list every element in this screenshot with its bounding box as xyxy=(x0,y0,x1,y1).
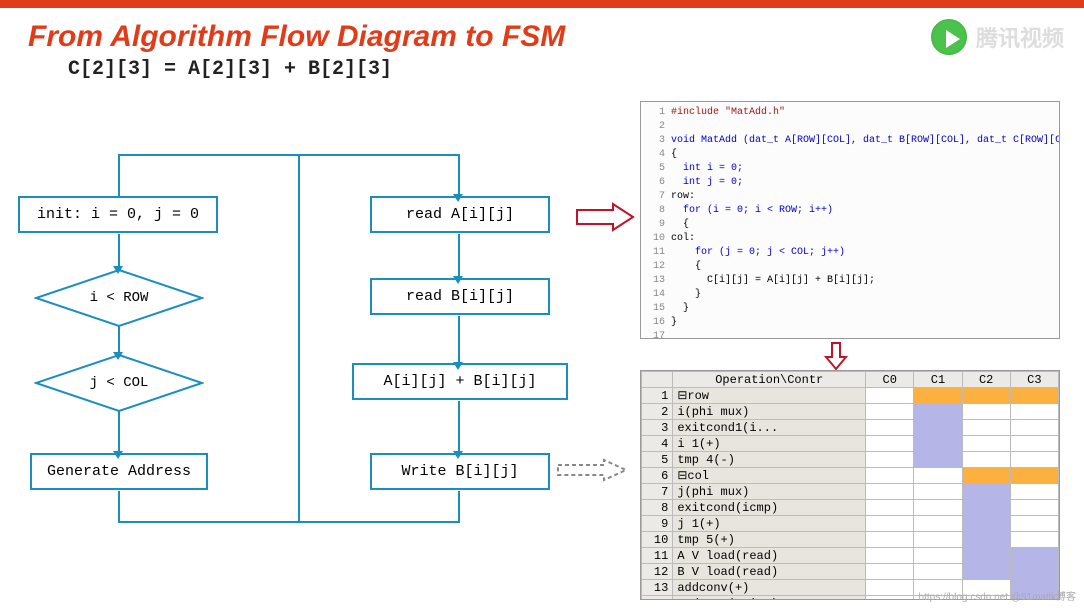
table-row: 10 tmp 5(+) xyxy=(642,532,1059,548)
flow-cond-row: i < ROW xyxy=(34,268,204,328)
play-icon xyxy=(928,16,970,58)
code-line: 4{ xyxy=(647,148,1053,162)
table-row: 1⊟row xyxy=(642,388,1059,404)
table-row: 9 j 1(+) xyxy=(642,516,1059,532)
table-row: 11 A V load(read) xyxy=(642,548,1059,564)
code-line: 17 xyxy=(647,330,1053,339)
logo-text: 腾讯视频 xyxy=(976,21,1064,53)
table-row: 8 exitcond(icmp) xyxy=(642,500,1059,516)
code-line: 3void MatAdd (dat_t A[ROW][COL], dat_t B… xyxy=(647,134,1053,148)
code-line: 14 } xyxy=(647,288,1053,302)
flow-init: init: i = 0, j = 0 xyxy=(18,196,218,233)
code-line: 5 int i = 0; xyxy=(647,162,1053,176)
arrow-write-to-schedule xyxy=(556,458,628,482)
code-line: 11 for (j = 0; j < COL; j++) xyxy=(647,246,1053,260)
table-row: 3 exitcond1(i... xyxy=(642,420,1059,436)
code-line: 12 { xyxy=(647,260,1053,274)
table-row: 7 j(phi mux) xyxy=(642,484,1059,500)
code-line: 13 C[i][j] = A[i][j] + B[i][j]; xyxy=(647,274,1053,288)
slide-subtitle: C[2][3] = A[2][3] + B[2][3] xyxy=(0,58,1084,89)
code-line: 10col: xyxy=(647,232,1053,246)
table-row: 5 tmp 4(-) xyxy=(642,452,1059,468)
schedule-table: Operation\ContrC0C1C2C31⊟row2 i(phi mux)… xyxy=(640,370,1060,600)
table-row: 4 i 1(+) xyxy=(642,436,1059,452)
table-row: 12 B V load(read) xyxy=(642,564,1059,580)
table-row: 6⊟col xyxy=(642,468,1059,484)
flowchart: init: i = 0, j = 0 i < ROW j < COL Gener… xyxy=(0,108,640,608)
code-line: 9 { xyxy=(647,218,1053,232)
flow-cond-col: j < COL xyxy=(34,353,204,413)
code-line: 16} xyxy=(647,316,1053,330)
code-line: 8 for (i = 0; i < ROW; i++) xyxy=(647,204,1053,218)
code-line: 15 } xyxy=(647,302,1053,316)
table-row: 2 i(phi mux) xyxy=(642,404,1059,420)
tencent-video-logo: 腾讯视频 xyxy=(928,16,1064,58)
watermark: https://blog.csdn.net @51matlk博客 xyxy=(919,588,1076,603)
col-cycle: C2 xyxy=(962,372,1010,388)
code-panel: 1#include "MatAdd.h"23void MatAdd (dat_t… xyxy=(640,101,1060,339)
arrow-code-to-schedule xyxy=(824,341,848,371)
table-header: Operation\ContrC0C1C2C3 xyxy=(642,372,1059,388)
slide-title: From Algorithm Flow Diagram to FSM xyxy=(0,8,1084,58)
col-cycle: C0 xyxy=(866,372,914,388)
col-cycle: C1 xyxy=(914,372,962,388)
col-operation: Operation\Contr xyxy=(673,372,866,388)
code-line: 1#include "MatAdd.h" xyxy=(647,106,1053,120)
col-cycle: C3 xyxy=(1010,372,1058,388)
code-line: 6 int j = 0; xyxy=(647,176,1053,190)
arrow-flow-to-code xyxy=(575,202,635,232)
code-line: 7row: xyxy=(647,190,1053,204)
code-line: 2 xyxy=(647,120,1053,134)
